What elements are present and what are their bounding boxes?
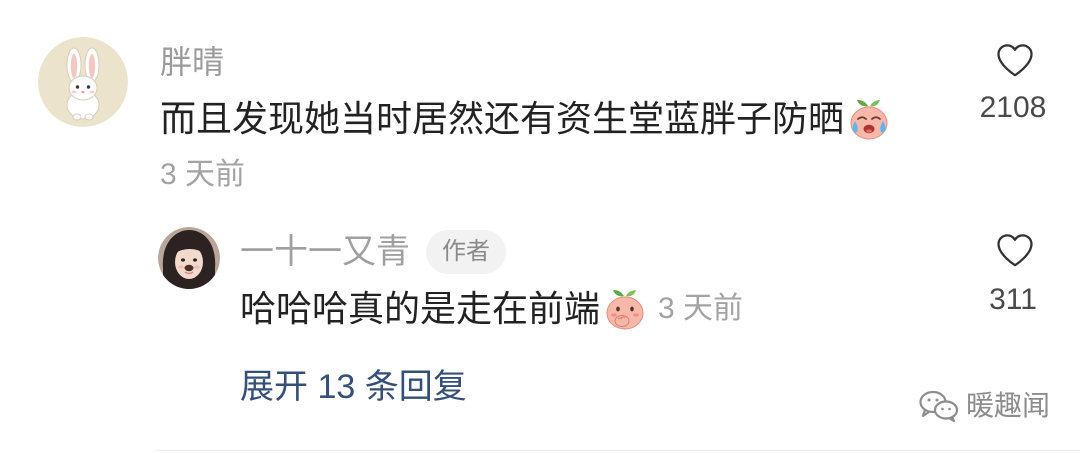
reply-text: 哈哈哈真的是走在前端 bbox=[240, 288, 601, 329]
wechat-icon bbox=[918, 389, 960, 423]
reply-time: 3 天前 bbox=[658, 292, 744, 325]
reply-like-count: 311 bbox=[989, 283, 1037, 316]
like-count: 2108 bbox=[979, 91, 1047, 124]
watermark-text: 暖趣闻 bbox=[966, 390, 1051, 421]
girl-avatar-image bbox=[158, 227, 220, 289]
reply-like-button[interactable] bbox=[993, 228, 1037, 272]
rabbit-avatar-image bbox=[38, 37, 128, 127]
reply-header: 一十一又青 作者 bbox=[240, 230, 506, 274]
comment-body: 而且发现她当时居然还有资生堂蓝胖子防晒 bbox=[160, 96, 892, 142]
comment-thread: 胖晴 而且发现她当时居然还有资生堂蓝胖子防晒 3 天前 2108 一十一又青 作… bbox=[0, 0, 1080, 453]
commenter-avatar[interactable] bbox=[38, 37, 128, 127]
reply-author-avatar[interactable] bbox=[158, 227, 220, 289]
author-badge: 作者 bbox=[426, 230, 506, 274]
heart-outline-icon bbox=[997, 234, 1033, 267]
crying-peach-emoji bbox=[846, 96, 892, 142]
reply-author-username[interactable]: 一十一又青 bbox=[240, 230, 410, 274]
heart-outline-icon bbox=[997, 44, 1033, 77]
comment-text: 而且发现她当时居然还有资生堂蓝胖子防晒 bbox=[160, 98, 845, 139]
expand-replies-button[interactable]: 展开 13 条回复 bbox=[240, 366, 467, 408]
watermark: 暖趣闻 bbox=[918, 386, 1050, 426]
covering-mouth-peach-emoji bbox=[602, 286, 648, 332]
divider bbox=[156, 450, 1080, 451]
reply-body: 哈哈哈真的是走在前端 3 天前 bbox=[240, 286, 743, 332]
comment-time: 3 天前 bbox=[160, 158, 246, 191]
commenter-username[interactable]: 胖晴 bbox=[160, 42, 224, 82]
like-button[interactable] bbox=[993, 38, 1037, 82]
